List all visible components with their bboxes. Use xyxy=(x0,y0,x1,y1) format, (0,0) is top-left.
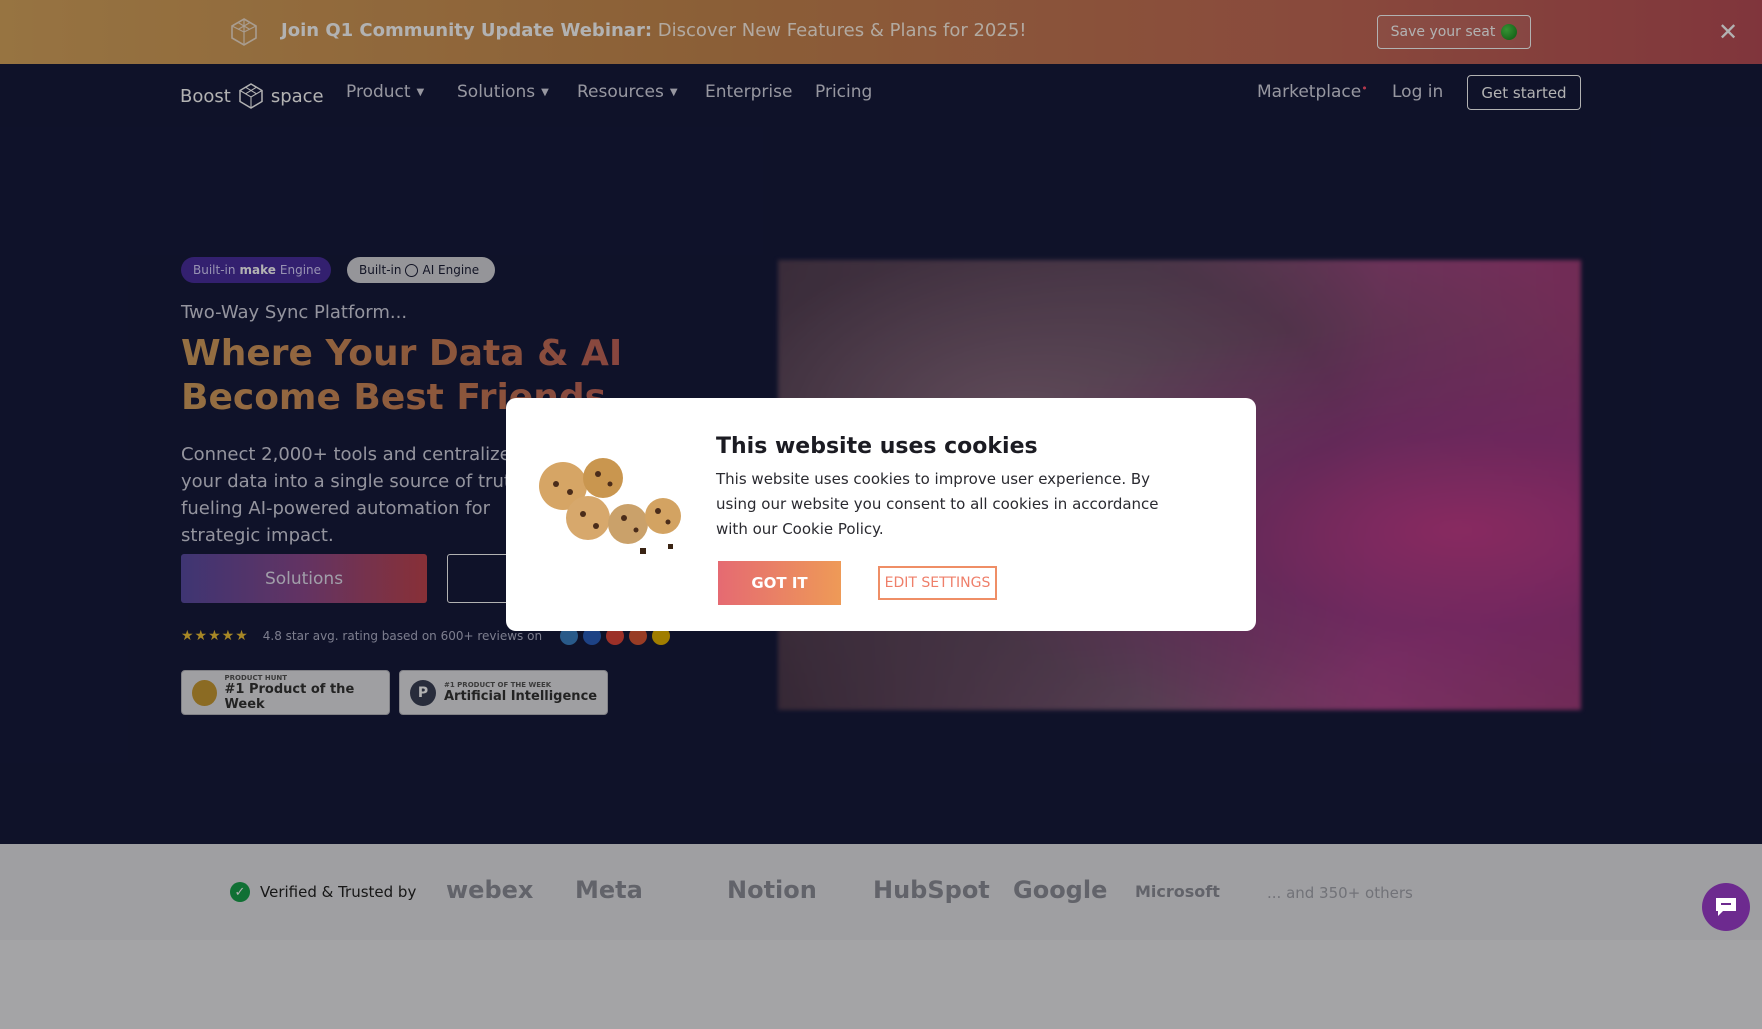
cookies-illustration xyxy=(539,458,681,554)
cookie-body: This website uses cookies to improve use… xyxy=(716,470,1159,538)
chat-widget-button[interactable] xyxy=(1702,883,1750,931)
cookie-title: This website uses cookies xyxy=(716,434,1038,459)
cookie-modal: This website uses cookies This website u… xyxy=(506,398,1256,631)
edit-settings-button[interactable]: EDIT SETTINGS xyxy=(878,566,997,600)
got-it-button[interactable]: GOT IT xyxy=(718,561,841,605)
chat-bubble-icon xyxy=(1716,898,1736,916)
